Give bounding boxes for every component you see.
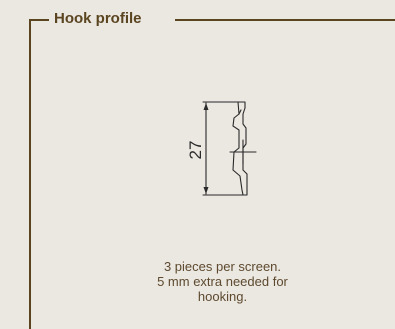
frame-left-border — [29, 19, 31, 329]
frame-top-right-border — [175, 19, 395, 21]
description-text: 3 pieces per screen. 5 mm extra needed f… — [110, 259, 335, 304]
dimension-arrow-top-icon — [203, 103, 209, 110]
description-line-1: 3 pieces per screen. — [163, 259, 282, 274]
section-title: Hook profile — [54, 10, 142, 27]
profile-outline — [232, 101, 248, 196]
dimension-arrow-bottom-icon — [203, 187, 209, 194]
description-line-2: 5 mm extra needed for — [157, 274, 288, 289]
description-line-3: hooking. — [197, 289, 248, 304]
hook-profile-drawing-icon: 27 — [186, 101, 257, 196]
frame-top-left-border — [29, 19, 49, 21]
dimension-label: 27 — [186, 141, 205, 160]
